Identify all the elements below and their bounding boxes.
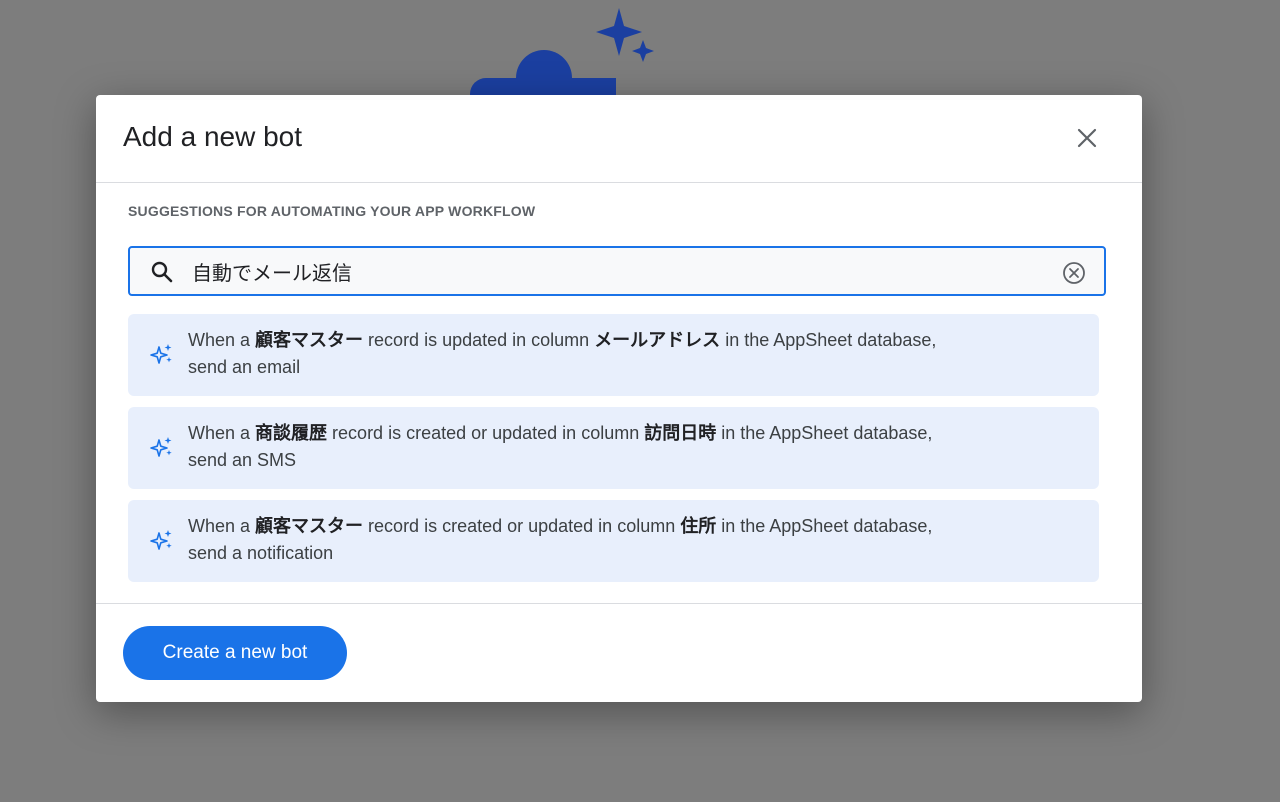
dialog-header: Add a new bot <box>96 95 1142 183</box>
search-box[interactable] <box>128 246 1106 296</box>
column-name: 訪問日時 <box>644 423 717 443</box>
suggestions-section-label: SUGGESTIONS FOR AUTOMATING YOUR APP WORK… <box>128 203 536 219</box>
add-bot-dialog: Add a new bot SUGGESTIONS FOR AUTOMATING… <box>96 95 1142 702</box>
suggestion-text: When a 顧客マスター record is updated in colum… <box>188 330 937 377</box>
dialog-footer: Create a new bot <box>96 603 1142 702</box>
sparkle-icon <box>150 530 172 550</box>
table-name: 顧客マスター <box>255 516 364 536</box>
close-button[interactable] <box>1072 123 1102 153</box>
table-name: 顧客マスター <box>255 330 364 350</box>
suggestion-item[interactable]: When a 顧客マスター record is updated in colum… <box>128 314 1099 396</box>
large-star-icon <box>596 8 642 56</box>
column-name: 住所 <box>680 516 717 536</box>
clear-circle-icon[interactable] <box>1062 261 1086 285</box>
column-name: メールアドレス <box>594 330 721 350</box>
suggestion-item[interactable]: When a 顧客マスター record is created or updat… <box>128 500 1099 582</box>
suggestion-action: send an email <box>188 357 301 377</box>
suggestion-text: When a 顧客マスター record is created or updat… <box>188 516 933 563</box>
suggestion-text: When a 商談履歴 record is created or updated… <box>188 423 933 470</box>
suggestion-item[interactable]: When a 商談履歴 record is created or updated… <box>128 407 1099 489</box>
table-name: 商談履歴 <box>255 423 328 443</box>
dialog-title: Add a new bot <box>123 121 303 152</box>
small-star-icon <box>632 40 654 62</box>
search-icon <box>151 261 173 283</box>
sparkle-icon <box>150 437 172 457</box>
bot-illustration <box>470 8 654 100</box>
search-input[interactable] <box>192 256 1042 286</box>
close-icon <box>1077 128 1097 148</box>
create-new-bot-button[interactable]: Create a new bot <box>123 626 347 680</box>
suggestion-action: send an SMS <box>188 450 297 470</box>
suggestion-action: send a notification <box>188 543 334 563</box>
sparkle-icon <box>150 344 172 364</box>
